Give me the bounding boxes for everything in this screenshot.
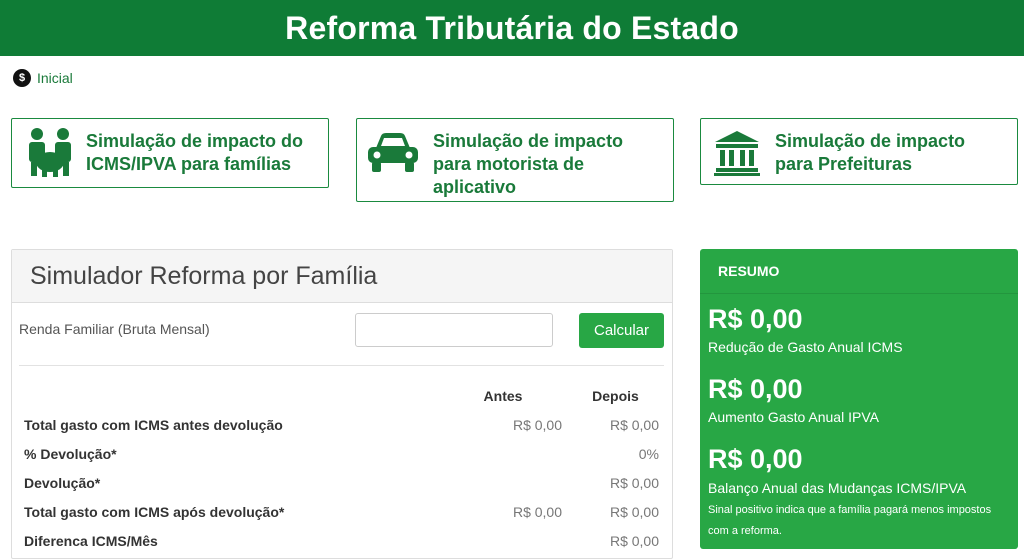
table-row: Diferenca ICMS/Mês R$ 0,00	[19, 526, 664, 555]
row-depois: 0%	[638, 445, 659, 462]
card-familias-label: Simulação de impacto do ICMS/IPVA para f…	[86, 131, 304, 174]
table-row: % Devolução* 0%	[19, 439, 664, 468]
resumo-value-balanco: R$ 0,00	[708, 444, 803, 474]
card-prefeituras-label: Simulação de impacto para Prefeituras	[775, 131, 966, 174]
resumo-note: Sinal positivo indica que a família paga…	[708, 504, 992, 537]
breadcrumb-home-link[interactable]: Inicial	[37, 70, 73, 86]
row-label: Total gasto com ICMS após devolução*	[24, 503, 285, 520]
divider	[19, 365, 664, 366]
renda-input[interactable]	[355, 313, 553, 347]
row-antes: R$ 0,00	[512, 416, 562, 433]
row-antes	[439, 439, 567, 468]
simulator-panel: Simulador Reforma por Família Renda Fami…	[11, 249, 673, 559]
row-antes: R$ 0,00	[512, 503, 562, 520]
breadcrumb: $ Inicial	[13, 68, 73, 88]
table-row: Total gasto com ICMS após devolução* R$ …	[19, 497, 664, 526]
card-motorista[interactable]: Simulação de impacto para motorista de a…	[356, 118, 674, 202]
col-depois: Depois	[592, 388, 639, 404]
row-label: Diferenca ICMS/Mês	[24, 532, 158, 549]
resumo-label-balanco: Balanço Anual das Mudanças ICMS/IPVA	[708, 480, 967, 496]
renda-label: Renda Familiar (Bruta Mensal)	[19, 321, 210, 337]
bank-icon	[709, 124, 765, 180]
calcular-button[interactable]: Calcular	[579, 313, 664, 348]
resumo-title: RESUMO	[700, 249, 1018, 294]
col-antes: Antes	[483, 388, 523, 404]
row-depois: R$ 0,00	[609, 416, 659, 433]
header-banner: Reforma Tributária do Estado	[0, 0, 1024, 56]
row-depois: R$ 0,00	[609, 474, 659, 491]
resumo-label-icms: Redução de Gasto Anual ICMS	[708, 339, 903, 355]
row-label: Total gasto com ICMS antes devolução	[24, 416, 283, 433]
card-prefeituras[interactable]: Simulação de impacto para Prefeituras	[700, 118, 1018, 185]
family-icon	[22, 124, 78, 180]
row-label: Devolução*	[24, 474, 101, 491]
car-icon	[365, 124, 421, 180]
resumo-label-ipva: Aumento Gasto Anual IPVA	[708, 409, 879, 425]
row-depois: R$ 0,00	[609, 532, 659, 549]
table-row: Devolução* R$ 0,00	[19, 468, 664, 497]
results-table: Antes Depois Total gasto com ICMS antes …	[19, 382, 664, 555]
table-row: Total gasto com ICMS antes devolução R$ …	[19, 410, 664, 439]
card-familias[interactable]: Simulação de impacto do ICMS/IPVA para f…	[11, 118, 329, 188]
page-title: Reforma Tributária do Estado	[285, 9, 739, 46]
coin-icon: $	[13, 69, 31, 87]
resumo-panel: RESUMO R$ 0,00 Redução de Gasto Anual IC…	[700, 249, 1018, 549]
row-depois: R$ 0,00	[609, 503, 659, 520]
row-label: % Devolução*	[24, 445, 117, 462]
resumo-value-ipva: R$ 0,00	[708, 374, 803, 404]
row-antes	[439, 526, 567, 555]
card-motorista-label: Simulação de impacto para motorista de a…	[433, 131, 624, 197]
simulator-title: Simulador Reforma por Família	[12, 250, 672, 303]
resumo-value-icms: R$ 0,00	[708, 304, 803, 334]
row-antes	[439, 468, 567, 497]
table-header-row: Antes Depois	[19, 382, 664, 410]
